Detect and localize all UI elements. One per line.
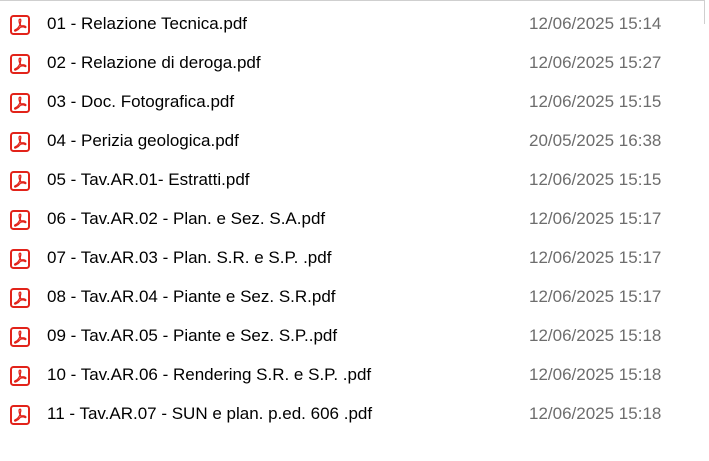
file-modified-date: 12/06/2025 15:17 bbox=[529, 209, 662, 228]
pdf-icon bbox=[10, 15, 30, 35]
file-modified-date: 20/05/2025 16:38 bbox=[529, 131, 662, 150]
file-modified-date: 12/06/2025 15:14 bbox=[529, 14, 662, 33]
pdf-icon bbox=[10, 210, 30, 230]
file-name: 11 - Tav.AR.07 - SUN e plan. p.ed. 606 .… bbox=[47, 404, 373, 423]
pdf-icon bbox=[10, 288, 30, 308]
file-modified-date: 12/06/2025 15:15 bbox=[529, 170, 662, 189]
pdf-icon bbox=[10, 132, 30, 152]
file-modified-date: 12/06/2025 15:18 bbox=[529, 326, 662, 345]
file-name: 06 - Tav.AR.02 - Plan. e Sez. S.A.pdf bbox=[47, 209, 326, 228]
file-name: 07 - Tav.AR.03 - Plan. S.R. e S.P. .pdf bbox=[47, 248, 332, 267]
file-row[interactable]: 06 - Tav.AR.02 - Plan. e Sez. S.A.pdf 12… bbox=[0, 200, 709, 239]
pdf-icon bbox=[10, 405, 30, 425]
file-name: 05 - Tav.AR.01- Estratti.pdf bbox=[47, 170, 250, 189]
file-name: 08 - Tav.AR.04 - Piante e Sez. S.R.pdf bbox=[47, 287, 336, 306]
file-name: 04 - Perizia geologica.pdf bbox=[47, 131, 239, 150]
file-name: 01 - Relazione Tecnica.pdf bbox=[47, 14, 248, 33]
file-row[interactable]: 08 - Tav.AR.04 - Piante e Sez. S.R.pdf 1… bbox=[0, 278, 709, 317]
pdf-icon bbox=[10, 54, 30, 74]
pdf-icon bbox=[10, 249, 30, 269]
file-name: 03 - Doc. Fotografica.pdf bbox=[47, 92, 235, 111]
pdf-icon bbox=[10, 93, 30, 113]
top-divider bbox=[0, 0, 705, 1]
file-row[interactable]: 01 - Relazione Tecnica.pdf 12/06/2025 15… bbox=[0, 5, 709, 44]
file-row[interactable]: 10 - Tav.AR.06 - Rendering S.R. e S.P. .… bbox=[0, 356, 709, 395]
file-modified-date: 12/06/2025 15:18 bbox=[529, 365, 662, 384]
file-modified-date: 12/06/2025 15:15 bbox=[529, 92, 662, 111]
file-row[interactable]: 02 - Relazione di deroga.pdf 12/06/2025 … bbox=[0, 44, 709, 83]
file-row[interactable]: 03 - Doc. Fotografica.pdf 12/06/2025 15:… bbox=[0, 83, 709, 122]
file-row[interactable]: 09 - Tav.AR.05 - Piante e Sez. S.P..pdf … bbox=[0, 317, 709, 356]
file-name: 02 - Relazione di deroga.pdf bbox=[47, 53, 261, 72]
file-row[interactable]: 04 - Perizia geologica.pdf 20/05/2025 16… bbox=[0, 122, 709, 161]
file-modified-date: 12/06/2025 15:27 bbox=[529, 53, 662, 72]
file-modified-date: 12/06/2025 15:17 bbox=[529, 248, 662, 267]
file-modified-date: 12/06/2025 15:18 bbox=[529, 404, 662, 423]
file-list: 01 - Relazione Tecnica.pdf 12/06/2025 15… bbox=[0, 5, 709, 434]
file-name: 10 - Tav.AR.06 - Rendering S.R. e S.P. .… bbox=[47, 365, 372, 384]
pdf-icon bbox=[10, 327, 30, 347]
file-modified-date: 12/06/2025 15:17 bbox=[529, 287, 662, 306]
pdf-icon bbox=[10, 171, 30, 191]
pdf-icon bbox=[10, 366, 30, 386]
file-name: 09 - Tav.AR.05 - Piante e Sez. S.P..pdf bbox=[47, 326, 338, 345]
file-row[interactable]: 07 - Tav.AR.03 - Plan. S.R. e S.P. .pdf … bbox=[0, 239, 709, 278]
file-row[interactable]: 05 - Tav.AR.01- Estratti.pdf 12/06/2025 … bbox=[0, 161, 709, 200]
file-row[interactable]: 11 - Tav.AR.07 - SUN e plan. p.ed. 606 .… bbox=[0, 395, 709, 434]
